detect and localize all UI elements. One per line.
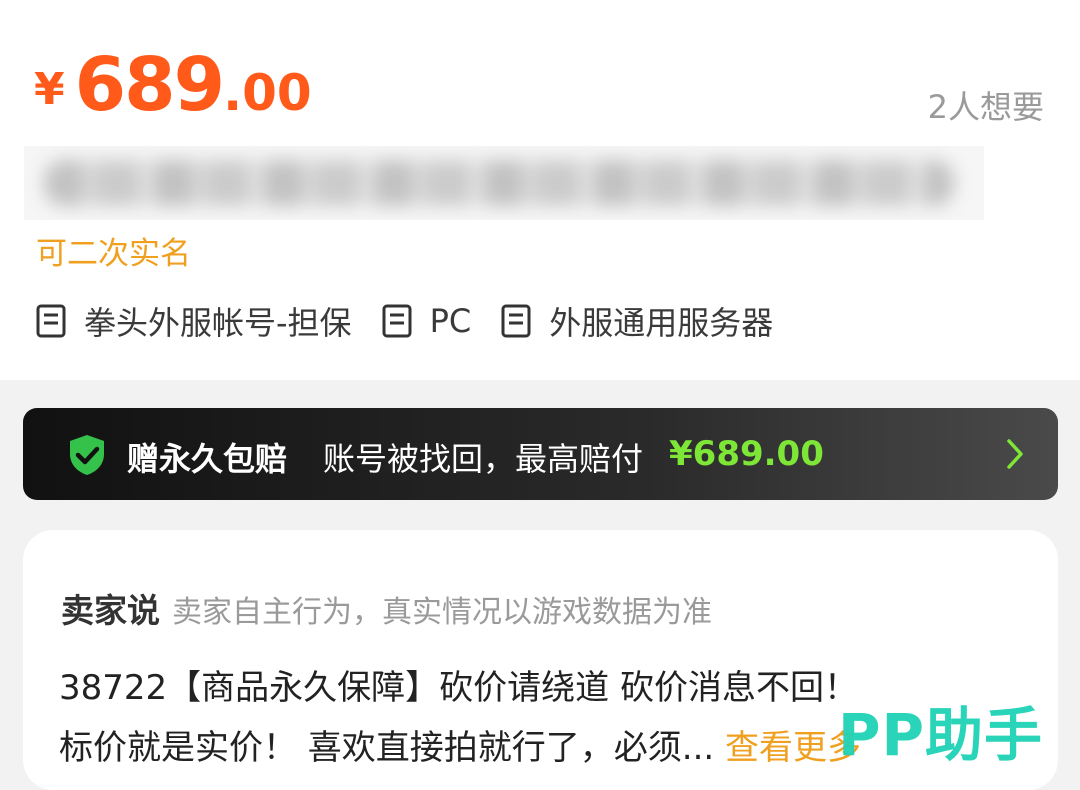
guarantee-title: 赠永久包赔 (127, 440, 288, 478)
list-doc-icon (36, 304, 66, 338)
list-doc-icon (382, 304, 412, 338)
watermark-logo: PP助手 (838, 701, 1044, 769)
guarantee-banner[interactable]: 赠永久包赔 账号被找回，最高赔付 ¥689.00 (23, 408, 1058, 500)
tag-list: 拳头外服帐号-担保 PC 外服通用服务器 (36, 298, 803, 344)
shield-check-icon (70, 435, 104, 475)
product-info-card: ¥689.00 2人想要 可二次实名 拳头外服帐号-担保 PC 外服通用服务器 (0, 0, 1080, 380)
tag-item: PC (382, 302, 472, 340)
tag-label: 拳头外服帐号-担保 (84, 304, 352, 342)
tag-label: PC (429, 302, 472, 340)
seller-title: 卖家说 (61, 591, 160, 630)
tag-label: 外服通用服务器 (549, 304, 774, 342)
seller-text-line: 38722【商品永久保障】砍价请绕道 砍价消息不回！ (59, 668, 858, 708)
seller-header: 卖家说 卖家自主行为，真实情况以游戏数据为准 (61, 584, 712, 632)
guarantee-desc: 账号被找回，最高赔付 (323, 440, 644, 478)
seller-note: 卖家自主行为，真实情况以游戏数据为准 (172, 595, 712, 630)
seller-text-line: 标价就是实价！ 喜欢直接拍就行了，必须... 查看更多 (59, 720, 861, 769)
list-doc-icon (501, 304, 531, 338)
blurred-title (24, 146, 984, 220)
realname-tag: 可二次实名 (36, 236, 191, 272)
guarantee-amount: ¥689.00 (669, 434, 824, 474)
blurred-title-content (44, 160, 954, 206)
chevron-right-icon[interactable] (1006, 438, 1024, 470)
price-symbol: ¥ (34, 64, 65, 115)
want-count: 2人想要 (927, 88, 1044, 126)
price-integer: 689 (74, 42, 225, 128)
tag-item: 外服通用服务器 (501, 298, 773, 344)
seller-text: 标价就是实价！ 喜欢直接拍就行了，必须... (59, 728, 715, 768)
tag-item: 拳头外服帐号-担保 (36, 298, 352, 344)
price: ¥689.00 (34, 48, 312, 122)
price-decimal: .00 (223, 64, 312, 122)
